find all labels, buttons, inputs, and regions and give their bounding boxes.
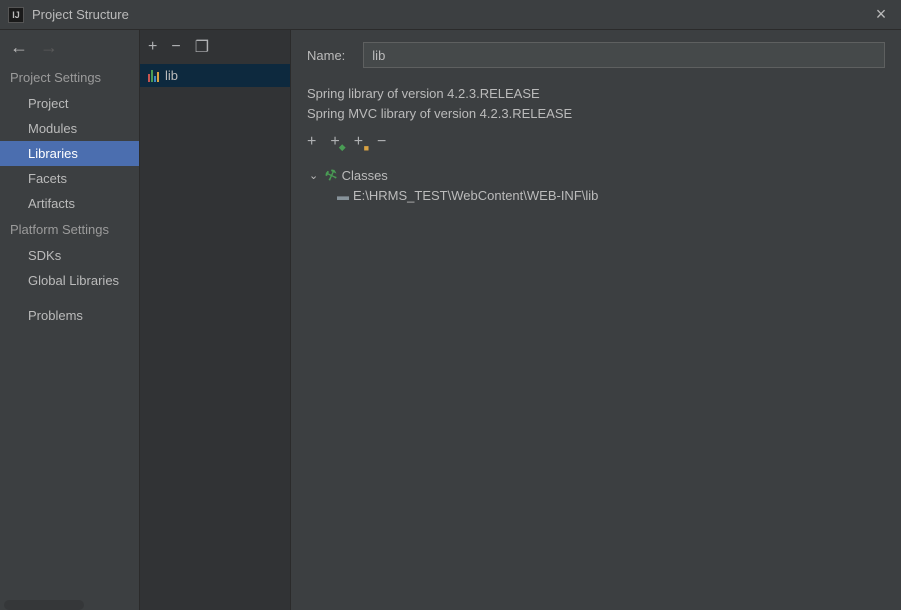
tree-node-path[interactable]: ▬ E:\HRMS_TEST\WebContent\WEB-INF\lib — [337, 186, 885, 205]
nav-arrows: ← → — [0, 30, 139, 64]
tree-node-classes[interactable]: ⌄ ⚒ Classes — [309, 165, 885, 186]
add-library-icon[interactable]: + — [148, 38, 157, 56]
horizontal-scrollbar[interactable] — [4, 600, 84, 610]
copy-library-icon[interactable]: ❐ — [195, 37, 209, 57]
library-list-column: + − ❐ lib — [139, 30, 291, 610]
back-arrow-icon[interactable]: ← — [10, 37, 28, 58]
remove-library-icon[interactable]: − — [171, 38, 180, 56]
sidebar-item-global-libraries[interactable]: Global Libraries — [0, 268, 139, 293]
sidebar-item-libraries[interactable]: Libraries — [0, 141, 139, 166]
sidebar-item-facets[interactable]: Facets — [0, 166, 139, 191]
library-list-toolbar: + − ❐ — [140, 30, 290, 64]
sidebar-column: ← → Project Settings Project Modules Lib… — [0, 30, 139, 610]
name-label: Name: — [307, 48, 345, 63]
sidebar-item-problems[interactable]: Problems — [0, 303, 139, 328]
window-title: Project Structure — [32, 7, 869, 22]
sidebar-item-modules[interactable]: Modules — [0, 116, 139, 141]
section-platform-settings: Platform Settings — [0, 216, 139, 243]
forward-arrow-icon: → — [40, 37, 58, 58]
description-line-2: Spring MVC library of version 4.2.3.RELE… — [307, 104, 885, 124]
add-item-icon[interactable]: + — [307, 133, 316, 151]
app-icon: IJ — [8, 7, 24, 23]
library-list-item[interactable]: lib — [140, 64, 290, 87]
library-list: lib — [140, 64, 290, 610]
sidebar-item-artifacts[interactable]: Artifacts — [0, 191, 139, 216]
chevron-down-icon[interactable]: ⌄ — [309, 169, 321, 182]
tree-toolbar: + +◆ +■ − — [307, 133, 885, 157]
section-project-settings: Project Settings — [0, 64, 139, 91]
details-panel: Name: Spring library of version 4.2.3.RE… — [291, 30, 901, 610]
remove-item-icon[interactable]: − — [377, 133, 386, 151]
add-classes-icon[interactable]: +◆ — [330, 133, 339, 151]
hammer-icon: ⚒ — [322, 165, 340, 185]
tree-node-path-label: E:\HRMS_TEST\WebContent\WEB-INF\lib — [353, 188, 598, 203]
name-input[interactable] — [363, 42, 885, 68]
library-list-item-label: lib — [165, 68, 178, 83]
sidebar-item-sdks[interactable]: SDKs — [0, 243, 139, 268]
close-button[interactable]: × — [869, 4, 893, 25]
library-tree: ⌄ ⚒ Classes ▬ E:\HRMS_TEST\WebContent\WE… — [309, 165, 885, 205]
library-icon — [148, 70, 159, 82]
folder-icon: ▬ — [337, 189, 349, 203]
title-bar: IJ Project Structure × — [0, 0, 901, 30]
sidebar: Project Settings Project Modules Librari… — [0, 64, 139, 610]
description-line-1: Spring library of version 4.2.3.RELEASE — [307, 84, 885, 104]
add-sources-icon[interactable]: +■ — [354, 133, 363, 151]
tree-node-classes-label: Classes — [342, 168, 388, 183]
sidebar-item-project[interactable]: Project — [0, 91, 139, 116]
